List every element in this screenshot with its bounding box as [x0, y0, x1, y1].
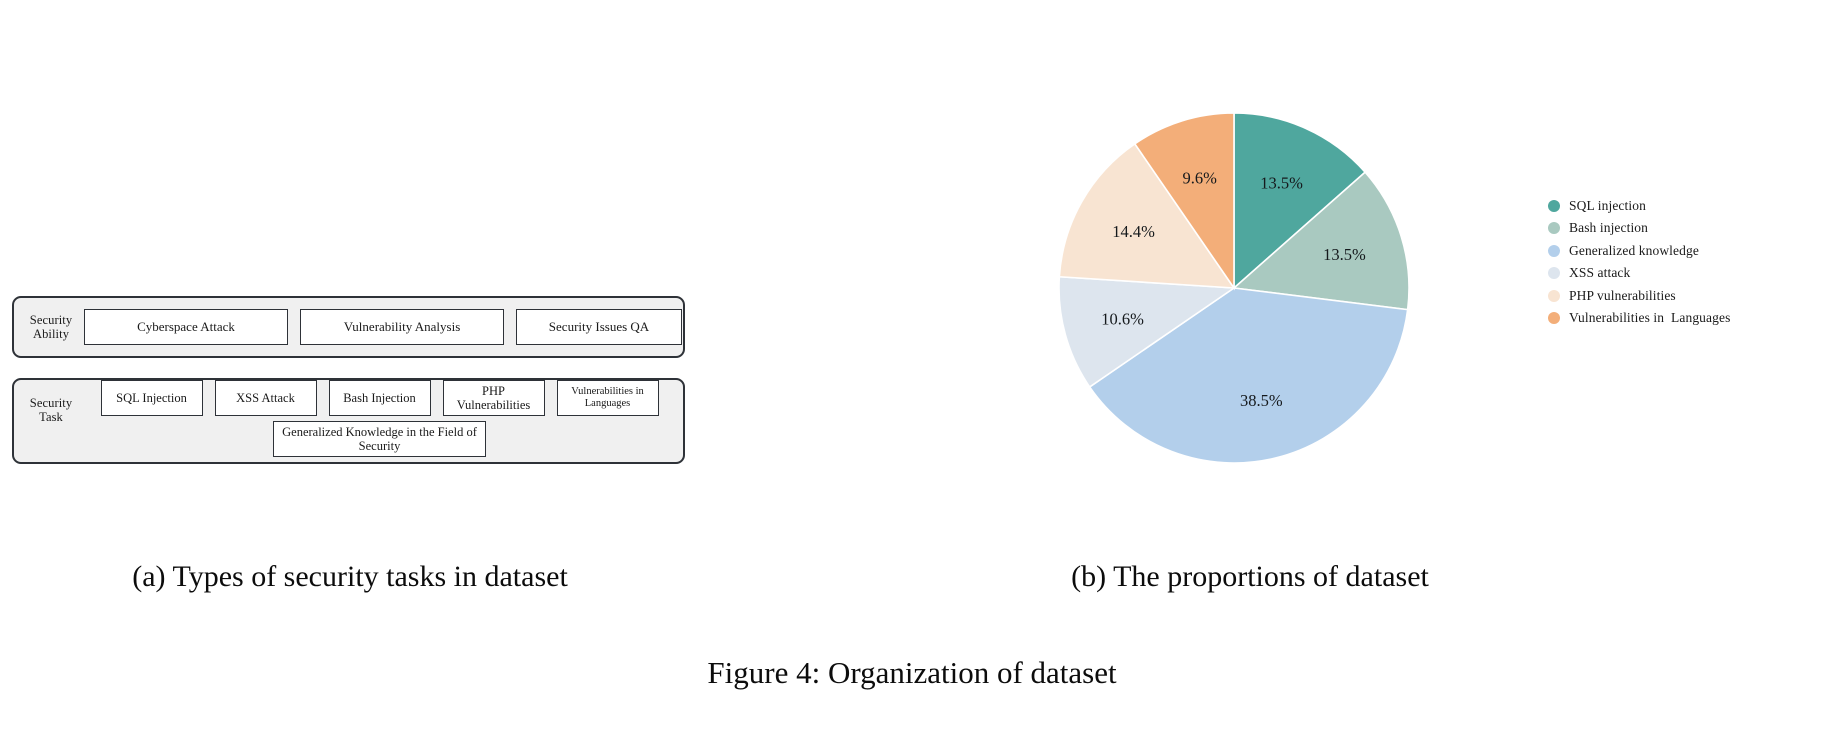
task-box-vulnerabilities-in-languages: Vulnerabilities in Languages — [556, 380, 659, 416]
pie-slice-label: 9.6% — [1183, 169, 1218, 188]
task-box-generalized-knowledge: Generalized Knowledge in the Field of Se… — [273, 421, 486, 457]
task-box-bash-injection: Bash Injection — [328, 380, 431, 416]
pie-chart-legend: SQL injection Bash injection Generalized… — [1548, 196, 1730, 328]
security-task-row-1: SQL Injection XSS Attack Bash Injection … — [84, 380, 675, 416]
legend-label-generalized-knowledge: Generalized knowledge — [1569, 242, 1699, 258]
legend-swatch-icon-xss-attack — [1548, 267, 1560, 279]
legend-label-sql-injection: SQL injection — [1569, 197, 1646, 213]
legend-swatch-icon-sql-injection — [1548, 199, 1560, 212]
security-task-label-line2: Task — [39, 410, 63, 424]
subcaption-a: (a) Types of security tasks in dataset — [132, 560, 568, 593]
pie-chart: 13.5% 13.5% 38.5% 10.6% 14.4% 9.6% — [1059, 113, 1409, 463]
figure-caption: Figure 4: Organization of dataset — [707, 655, 1117, 690]
pie-slice-label: 13.5% — [1323, 245, 1366, 264]
security-ability-label: Security Ability — [14, 313, 84, 341]
pie-slice-label: 38.5% — [1240, 391, 1283, 410]
security-task-items: SQL Injection XSS Attack Bash Injection … — [84, 380, 683, 457]
ability-box-security-issues-qa: Security Issues QA — [516, 309, 682, 345]
pie-slice-label: 13.5% — [1260, 174, 1303, 193]
security-ability-label-line2: Ability — [32, 327, 70, 341]
security-ability-group: Security Ability Cyberspace Attack Vulne… — [12, 296, 685, 358]
security-task-group: Security Task SQL Injection XSS Attack B… — [12, 378, 685, 464]
legend-item-sql-injection: SQL injection — [1548, 196, 1730, 215]
security-task-row-2: Generalized Knowledge in the Field of Se… — [84, 421, 675, 457]
legend-label-vulnerabilities-in-languages: Vulnerabilities in Languages — [1569, 310, 1731, 325]
security-ability-row: Cyberspace Attack Vulnerability Analysis… — [84, 309, 682, 345]
legend-label-xss-attack: XSS attack — [1569, 265, 1631, 280]
legend-swatch-icon-bash-injection — [1548, 222, 1560, 234]
legend-label-php-vulnerabilities: PHP vulnerabilities — [1569, 287, 1676, 303]
legend-swatch-icon-generalized-knowledge — [1548, 244, 1560, 257]
ability-box-cyberspace-attack: Cyberspace Attack — [84, 309, 288, 345]
task-box-sql-injection: SQL Injection — [100, 380, 203, 416]
subcaption-b: (b) The proportions of dataset — [1071, 560, 1429, 593]
legend-item-generalized-knowledge: Generalized knowledge — [1548, 241, 1730, 260]
legend-item-xss-attack: XSS attack — [1548, 264, 1730, 283]
task-box-xss-attack: XSS Attack — [214, 380, 317, 416]
legend-item-vulnerabilities-in-languages: Vulnerabilities in Languages — [1548, 309, 1730, 328]
security-task-label: Security Task — [14, 396, 84, 424]
security-task-label-line1: Security — [29, 396, 73, 410]
subfigure-a-security-task-types: Security Ability Cyberspace Attack Vulne… — [0, 0, 820, 729]
legend-item-bash-injection: Bash injection — [1548, 219, 1730, 238]
pie-chart-svg: 13.5% 13.5% 38.5% 10.6% 14.4% 9.6% — [1059, 113, 1409, 463]
task-box-php-vulnerabilities: PHP Vulnerabilities — [442, 380, 545, 416]
legend-item-php-vulnerabilities: PHP vulnerabilities — [1548, 286, 1730, 305]
legend-swatch-icon-php-vulnerabilities — [1548, 289, 1560, 302]
pie-slice-label: 14.4% — [1112, 222, 1155, 241]
security-ability-label-line1: Security — [29, 313, 73, 327]
ability-box-vulnerability-analysis: Vulnerability Analysis — [300, 309, 504, 345]
subfigure-b-dataset-proportions: 13.5% 13.5% 38.5% 10.6% 14.4% 9.6% SQL inject… — [900, 0, 1824, 729]
legend-swatch-icon-vulnerabilities-in-languages — [1548, 312, 1560, 324]
legend-label-bash-injection: Bash injection — [1569, 220, 1649, 235]
pie-slice-label: 10.6% — [1101, 310, 1144, 329]
security-ability-items: Cyberspace Attack Vulnerability Analysis… — [84, 309, 690, 345]
